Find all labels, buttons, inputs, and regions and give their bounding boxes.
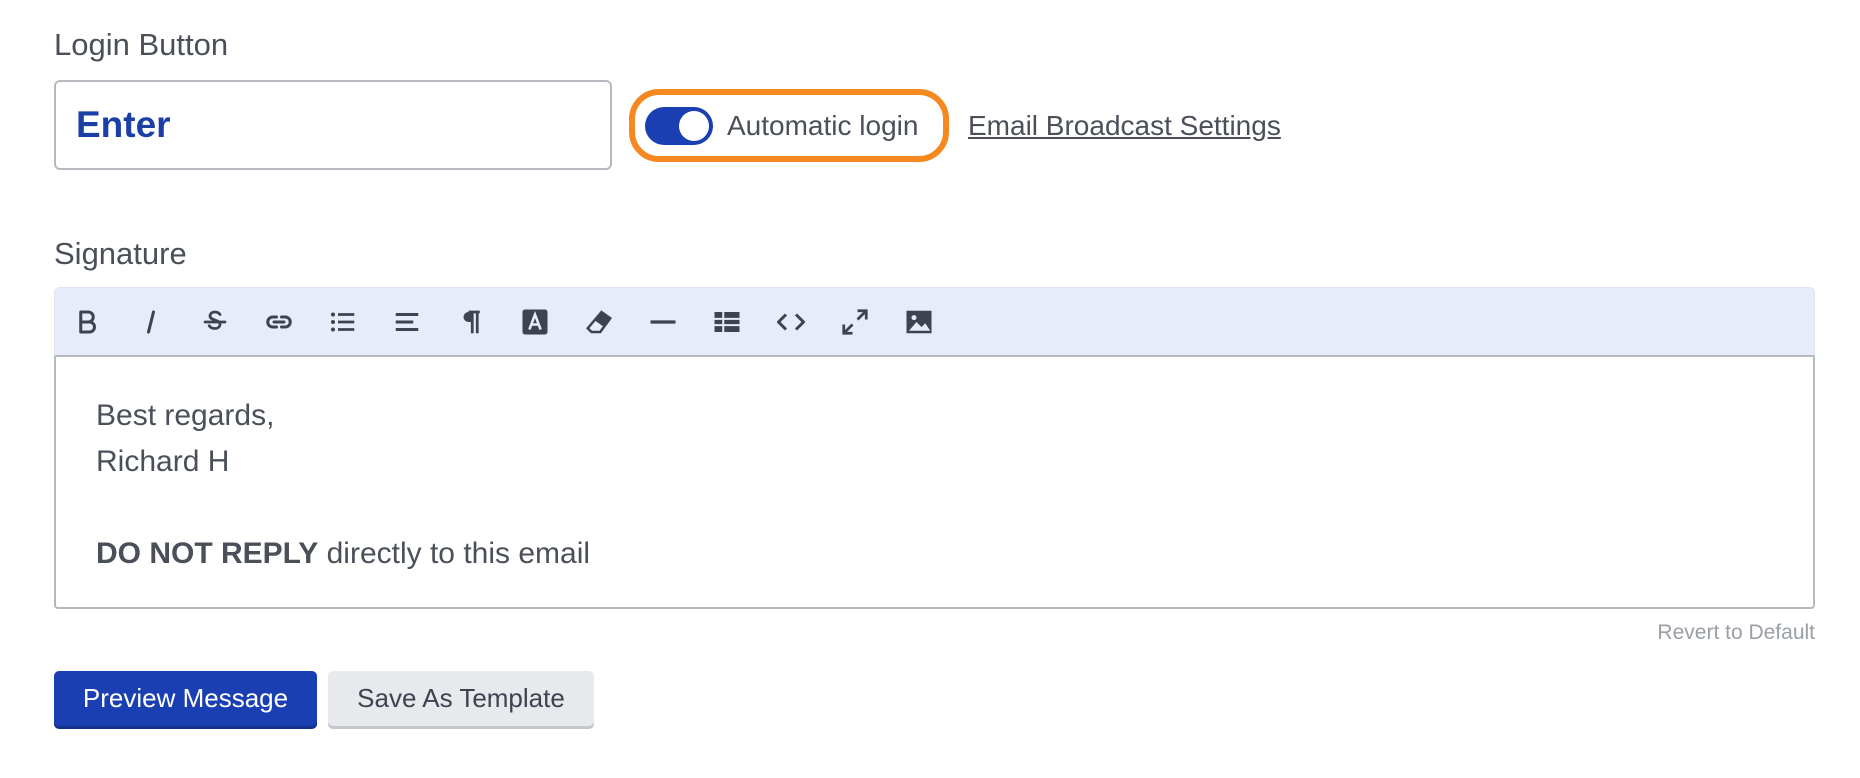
bold-icon[interactable] — [63, 298, 111, 346]
revert-to-default-link[interactable]: Revert to Default — [1657, 621, 1815, 645]
italic-icon[interactable] — [127, 298, 175, 346]
code-icon[interactable] — [767, 298, 815, 346]
toggle-knob — [679, 110, 709, 141]
image-icon[interactable] — [895, 298, 943, 346]
horizontal-rule-icon[interactable] — [639, 298, 687, 346]
paragraph-icon[interactable] — [447, 298, 495, 346]
fullscreen-icon[interactable] — [831, 298, 879, 346]
link-icon[interactable] — [255, 298, 303, 346]
login-button-text-input[interactable] — [54, 80, 612, 170]
warning-bold-text: DO NOT REPLY — [96, 537, 319, 570]
email-broadcast-settings-link[interactable]: Email Broadcast Settings — [968, 110, 1281, 142]
text-color-icon[interactable] — [511, 298, 559, 346]
strikethrough-icon[interactable] — [191, 298, 239, 346]
signature-line: Richard H — [96, 445, 230, 478]
login-button-label: Login Button — [54, 27, 229, 62]
toggle-switch[interactable] — [645, 106, 713, 145]
signature-line: Best regards, — [96, 399, 275, 432]
eraser-icon[interactable] — [575, 298, 623, 346]
signature-editor: Best regards, Richard H DO NOT REPLY dir… — [54, 287, 1815, 609]
automatic-login-toggle[interactable]: Automatic login — [629, 89, 949, 162]
save-as-template-button[interactable]: Save As Template — [328, 671, 594, 726]
email-settings-panel: Login Button Automatic login Email Broad… — [0, 0, 1860, 778]
preview-message-button[interactable]: Preview Message — [54, 671, 317, 726]
signature-warning-line: DO NOT REPLY directly to this email — [96, 531, 1813, 577]
align-icon[interactable] — [383, 298, 431, 346]
editor-toolbar — [54, 287, 1815, 357]
signature-content[interactable]: Best regards, Richard H DO NOT REPLY dir… — [54, 357, 1815, 609]
bullet-list-icon[interactable] — [319, 298, 367, 346]
signature-label: Signature — [54, 236, 187, 271]
warning-text: directly to this email — [318, 537, 591, 570]
automatic-login-label: Automatic login — [727, 109, 919, 141]
table-icon[interactable] — [703, 298, 751, 346]
